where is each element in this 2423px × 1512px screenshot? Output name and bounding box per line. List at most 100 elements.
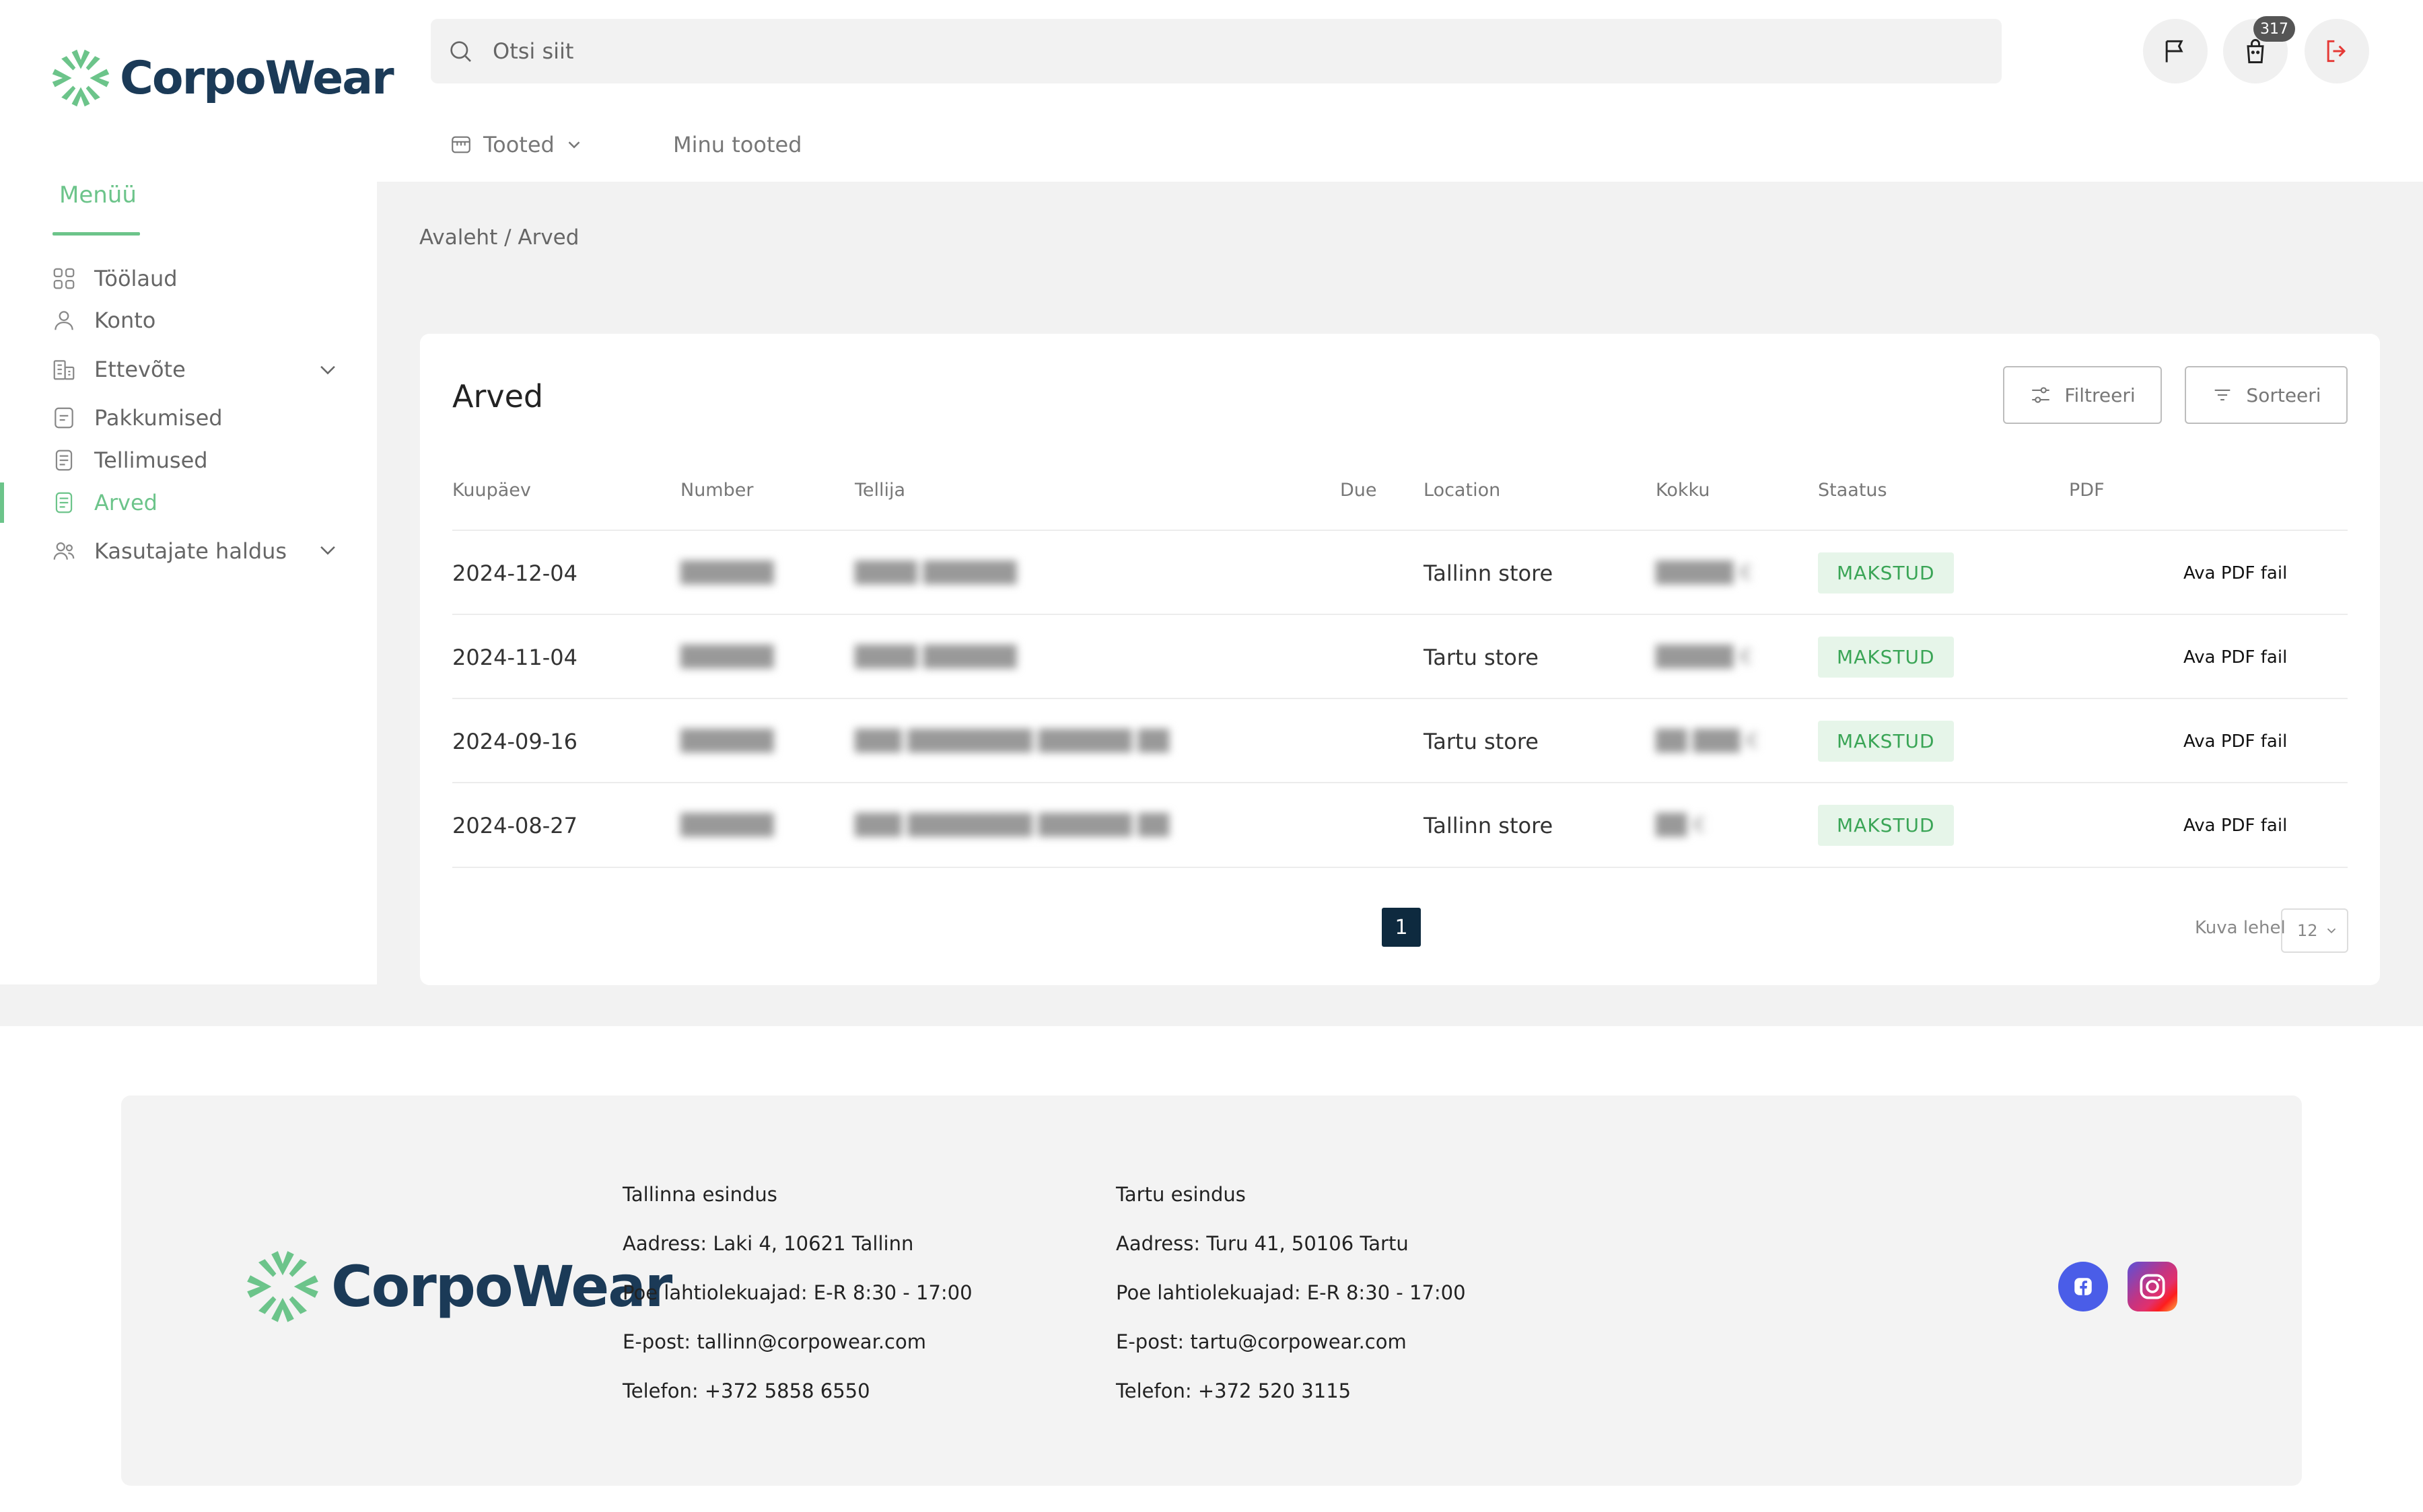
open-pdf-link[interactable]: Ava PDF fail (2183, 731, 2287, 752)
search-input[interactable] (493, 38, 1839, 64)
row-status: MAKSTUD (1818, 783, 1954, 867)
office-email[interactable]: E-post: tallinn@corpowear.com (623, 1330, 926, 1353)
column-header-client[interactable]: Tellija (855, 480, 905, 501)
column-header-location[interactable]: Location (1424, 480, 1500, 501)
dashboard-icon (53, 268, 75, 289)
chevron-down-icon (568, 141, 580, 149)
pagination-page-1[interactable]: 1 (1382, 908, 1421, 947)
sliders-icon (2032, 387, 2050, 403)
row-location: Tallinn store (1424, 812, 1553, 838)
row-location: Tartu store (1424, 644, 1539, 670)
column-header-status[interactable]: Staatus (1818, 480, 1887, 501)
row-status: MAKSTUD (1818, 531, 1954, 615)
cart-count-badge: 317 (2253, 16, 2295, 42)
brand-logo[interactable]: CorpoWear (48, 46, 394, 110)
office-hours: Poe lahtiolekuajad: E-R 8:30 - 17:00 (623, 1281, 973, 1304)
status-badge: MAKSTUD (1818, 637, 1954, 678)
open-pdf-link[interactable]: Ava PDF fail (2183, 647, 2287, 668)
sidebar-item-konto[interactable]: Konto (51, 308, 155, 333)
row-location: Tartu store (1424, 728, 1539, 754)
column-header-number[interactable]: Number (680, 480, 753, 501)
column-header-date[interactable]: Kuupäev (452, 480, 531, 501)
row-pdf: Ava PDF fail (2183, 783, 2287, 867)
office-email[interactable]: E-post: tartu@corpowear.com (1116, 1330, 1407, 1353)
row-client-redacted: ████ ██████ (855, 645, 1017, 669)
tab-label: Minu tooted (673, 132, 802, 157)
open-pdf-link[interactable]: Ava PDF fail (2183, 816, 2287, 836)
tab-tooted[interactable]: Tooted (450, 132, 584, 157)
per-page-select[interactable]: 12 (2281, 908, 2348, 953)
sidebar-item-toolaud[interactable]: Töölaud (51, 266, 178, 291)
chevron-down-icon[interactable] (316, 358, 339, 381)
tab-label: Tooted (483, 132, 555, 157)
footer-logo[interactable]: CorpoWear (242, 1246, 672, 1327)
status-badge: MAKSTUD (1818, 805, 1954, 846)
sidebar-item-arved[interactable]: Arved (51, 490, 157, 515)
users-icon (53, 542, 75, 560)
menu-title-underline (52, 232, 140, 236)
breadcrumb[interactable]: Avaleht / Arved (419, 225, 579, 250)
sidebar-item-label: Arved (94, 490, 157, 515)
row-pdf: Ava PDF fail (2183, 699, 2287, 783)
row-total-redacted: █████ € (1656, 561, 1753, 585)
search-bar[interactable] (431, 19, 2002, 83)
logout-button[interactable] (2305, 19, 2369, 83)
table-row[interactable]: 2024-08-27 ██████ ███ ████████ ██████ ██… (452, 782, 2348, 866)
filter-button[interactable]: Filtreeri (2003, 366, 2162, 424)
row-total-redacted: ██ € (1656, 814, 1706, 837)
tab-minu-tooted[interactable]: Minu tooted (673, 132, 802, 157)
logo-mark-icon (52, 49, 110, 107)
sidebar-item-tellimused[interactable]: Tellimused (51, 447, 208, 473)
instagram-icon (2140, 1274, 2165, 1299)
sidebar-item-pakkumised[interactable]: Pakkumised (51, 405, 223, 431)
table-row[interactable]: 2024-12-04 ██████ ████ ██████ Tallinn st… (452, 530, 2348, 614)
sidebar-item-label: Konto (94, 308, 156, 333)
instagram-link[interactable] (2128, 1262, 2177, 1311)
logo-mark-icon (247, 1251, 318, 1322)
row-location: Tallinn store (1424, 560, 1553, 586)
office-title: Tartu esindus (1116, 1183, 1246, 1206)
table-row[interactable]: 2024-09-16 ██████ ███ ████████ ██████ ██… (452, 698, 2348, 782)
sidebar-item-label: Pakkumised (94, 405, 223, 431)
footer: CorpoWear Tallinna esindus Aadress: Laki… (121, 1095, 2302, 1486)
facebook-link[interactable] (2058, 1262, 2108, 1311)
table-row[interactable]: 2024-11-04 ██████ ████ ██████ Tartu stor… (452, 614, 2348, 698)
office-address: Aadress: Laki 4, 10621 Tallinn (623, 1232, 914, 1255)
facebook-icon (2074, 1278, 2092, 1295)
row-date: 2024-12-04 (452, 560, 577, 586)
company-icon (53, 360, 75, 380)
sidebar-item-kasutajate-haldus[interactable]: Kasutajate haldus (51, 538, 287, 564)
column-header-due[interactable]: Due (1340, 480, 1377, 501)
row-status: MAKSTUD (1818, 699, 1954, 783)
open-pdf-link[interactable]: Ava PDF fail (2183, 563, 2287, 583)
store-icon (452, 136, 470, 153)
row-number-redacted: ██████ (680, 561, 774, 585)
brand-name: CorpoWear (331, 1254, 672, 1320)
sort-button[interactable]: Sorteeri (2185, 366, 2348, 424)
page-title: Arved (452, 378, 544, 415)
row-total-redacted: █████ € (1656, 645, 1753, 669)
sidebar-item-ettevote[interactable]: Ettevõte (51, 357, 186, 382)
language-button[interactable] (2143, 19, 2208, 83)
column-header-total[interactable]: Kokku (1656, 480, 1710, 501)
office-hours: Poe lahtiolekuajad: E-R 8:30 - 17:00 (1116, 1281, 1466, 1304)
flag-icon (2165, 40, 2183, 63)
per-page-value: 12 (2297, 921, 2318, 940)
sort-icon (2215, 389, 2231, 401)
row-total-redacted: ██ ███ € (1656, 729, 1759, 753)
logout-icon (2327, 40, 2346, 63)
row-date: 2024-09-16 (452, 728, 577, 754)
content-bottom-band (0, 984, 2423, 1026)
filter-label: Filtreeri (2064, 384, 2136, 406)
row-pdf: Ava PDF fail (2183, 531, 2287, 615)
invoice-icon (55, 492, 73, 513)
office-address: Aadress: Turu 41, 50106 Tartu (1116, 1232, 1409, 1255)
row-status: MAKSTUD (1818, 615, 1954, 699)
column-header-pdf: PDF (2069, 480, 2105, 501)
menu-title: Menüü (59, 182, 137, 209)
office-phone[interactable]: Telefon: +372 5858 6550 (623, 1379, 870, 1402)
chevron-down-icon[interactable] (316, 538, 339, 561)
row-client-redacted: ███ ████████ ██████ ██ (855, 729, 1169, 753)
office-phone[interactable]: Telefon: +372 520 3115 (1116, 1379, 1351, 1402)
brand-name: CorpoWear (120, 51, 394, 105)
